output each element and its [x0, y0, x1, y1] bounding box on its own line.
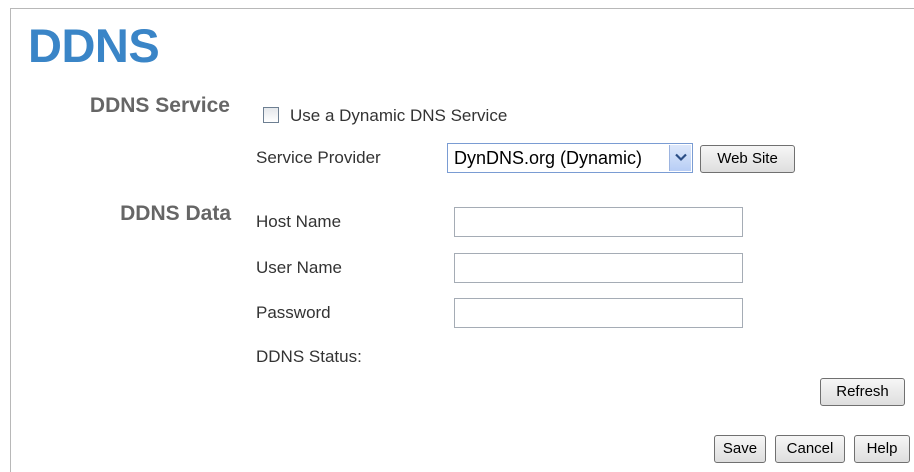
use-dynamic-dns-label[interactable]: Use a Dynamic DNS Service [290, 106, 507, 126]
service-provider-value: DynDNS.org (Dynamic) [454, 148, 643, 168]
web-site-button[interactable]: Web Site [700, 145, 795, 173]
help-button[interactable]: Help [854, 435, 910, 463]
ddns-data-section-label: DDNS Data [120, 202, 231, 225]
password-label: Password [256, 303, 331, 322]
ddns-status-label: DDNS Status: [256, 347, 362, 366]
chevron-down-icon [675, 153, 687, 162]
content-frame [10, 8, 914, 472]
save-button[interactable]: Save [714, 435, 766, 463]
ddns-service-section-label: DDNS Service [89, 94, 230, 117]
cancel-button[interactable]: Cancel [775, 435, 845, 463]
host-name-label: Host Name [256, 212, 342, 231]
service-provider-label: Service Provider [256, 148, 381, 167]
service-provider-select[interactable]: DynDNS.org (Dynamic) [447, 143, 693, 173]
password-input[interactable] [454, 298, 743, 328]
user-name-input[interactable] [454, 253, 743, 283]
host-name-input[interactable] [454, 207, 743, 237]
refresh-button[interactable]: Refresh [820, 378, 905, 406]
page-title: DDNS [28, 19, 160, 72]
dropdown-arrow[interactable] [669, 145, 691, 171]
user-name-label: User Name [256, 258, 342, 277]
use-dynamic-dns-checkbox[interactable] [263, 107, 279, 123]
